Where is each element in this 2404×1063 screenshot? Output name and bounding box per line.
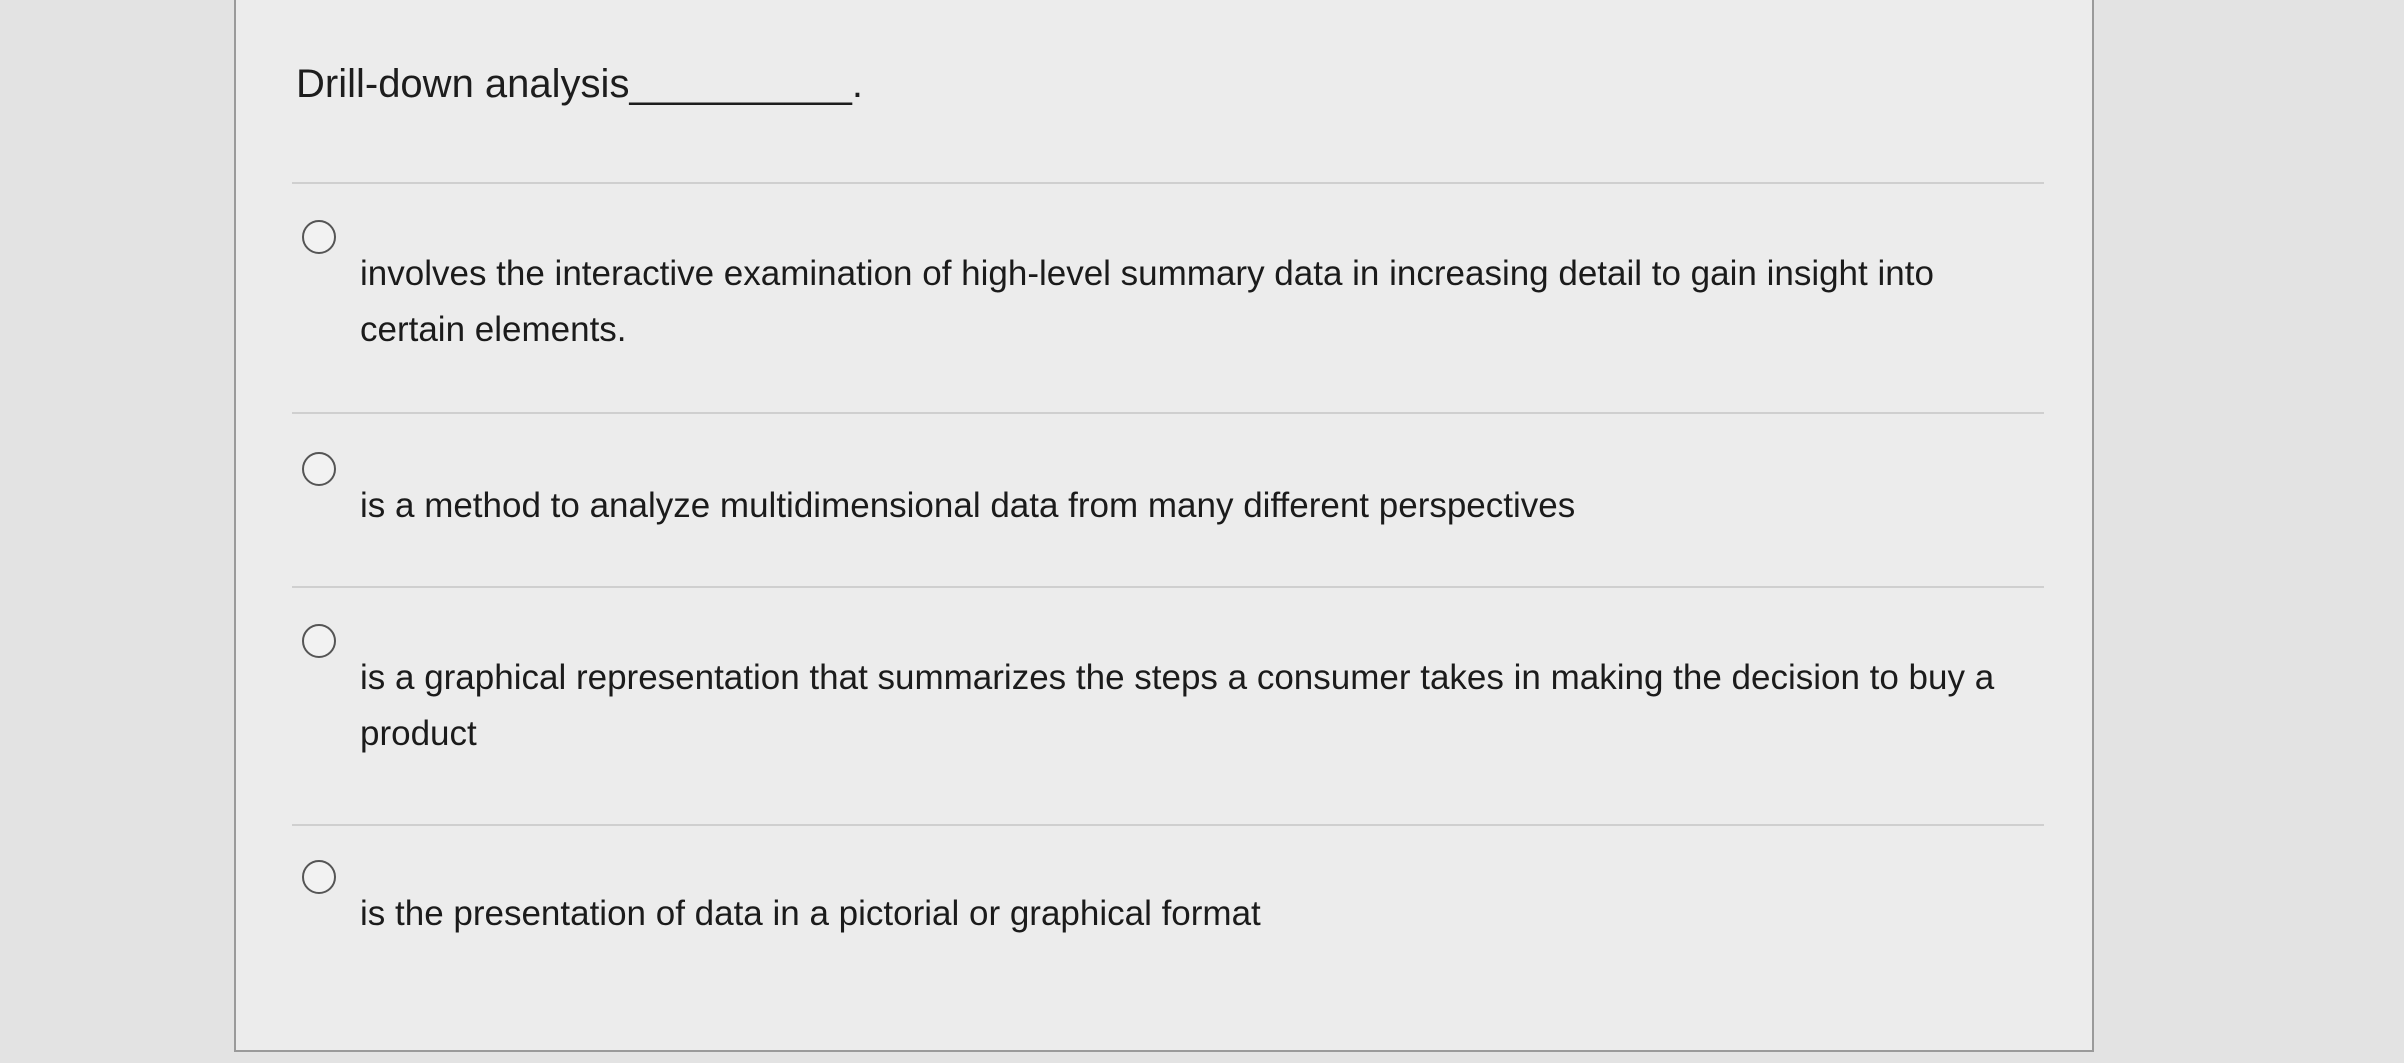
- radio-button-icon[interactable]: [302, 220, 336, 254]
- divider: [292, 824, 2044, 826]
- answer-option-label: is the presentation of data in a pictori…: [360, 894, 1261, 933]
- radio-button-icon[interactable]: [302, 624, 336, 658]
- answer-option-label: is a graphical representation that summa…: [360, 658, 1995, 753]
- answer-option-label: involves the interactive examination of …: [360, 254, 1934, 349]
- question-stem: Drill-down analysis__________.: [296, 62, 864, 106]
- answer-option-label: is a method to analyze multidimensional …: [360, 486, 1576, 525]
- divider: [292, 412, 2044, 414]
- radio-button-icon[interactable]: [302, 452, 336, 486]
- radio-button-icon[interactable]: [302, 860, 336, 894]
- divider: [292, 586, 2044, 588]
- divider: [292, 182, 2044, 184]
- question-card: Drill-down analysis__________. involves …: [234, 0, 2094, 1052]
